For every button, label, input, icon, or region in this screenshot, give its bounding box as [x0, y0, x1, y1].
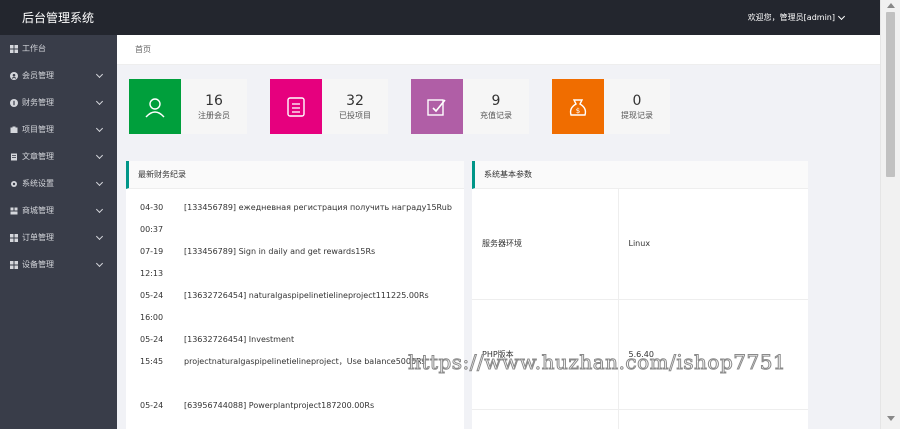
stat-label: 充值记录 [480, 110, 512, 120]
scroll-thumb[interactable] [886, 12, 895, 177]
shop-icon [10, 207, 18, 215]
sidebar-item[interactable]: 订单管理 [0, 224, 117, 251]
chevron-down-icon [837, 12, 846, 20]
chevron-down-icon [95, 70, 104, 79]
top-header: 后台管理系统 欢迎您，管理员[admin] [0, 0, 880, 35]
stat-value: 0 [632, 92, 642, 109]
sidebar-item-label: 工作台 [22, 44, 46, 53]
record-time: 05-24 [140, 401, 164, 410]
sidebar-item-label: 订单管理 [22, 233, 54, 242]
device-icon [10, 260, 18, 269]
sidebar-item[interactable]: 财务管理 [0, 89, 117, 116]
stat-card[interactable]: 9 充值记录 [411, 79, 529, 134]
stat-value: 9 [491, 92, 501, 109]
stat-label: 注册会员 [198, 110, 230, 120]
chevron-down-icon [95, 232, 104, 241]
record-desc: [133456789] Sign in daily and get reward… [184, 247, 376, 256]
gear-icon [10, 180, 18, 188]
sidebar-item[interactable]: 文章管理 [0, 143, 117, 170]
order-icon [10, 233, 18, 242]
stat-label: 提现记录 [621, 110, 653, 120]
param-key [472, 409, 619, 429]
watermark-text: https://www.huzhan.com/ishop7751 [407, 350, 787, 375]
sidebar: 工作台会员管理财务管理项目管理文章管理系统设置商城管理订单管理设备管理 [0, 35, 117, 429]
chevron-down-icon [95, 178, 104, 187]
table-row [472, 409, 808, 429]
panel-title: 最新财务纪录 [126, 161, 464, 189]
list-item: 05-24 [63956744088] Powerplantproject1872… [126, 395, 464, 429]
stat-card[interactable]: 32 已投项目 [270, 79, 388, 134]
chevron-down-icon [95, 97, 104, 106]
finance-records-panel: 最新财务纪录 04-30 00:37 [133456789] ежедневная… [126, 161, 464, 429]
system-params-panel: 系统基本参数 服务器环境 Linux PHP版本 5.6.40 [472, 161, 808, 429]
record-desc: [133456789] ежедневная регистрация получ… [184, 203, 452, 212]
app-title: 后台管理系统 [22, 11, 95, 25]
params-table: 服务器环境 Linux PHP版本 5.6.40 [472, 189, 808, 429]
stats-row: 16 注册会员 32 已投项目 9 充值记录 $0 提现记录 [129, 79, 693, 134]
stat-label: 已投项目 [339, 110, 371, 120]
record-desc: [13632726454] naturalgaspipelinetielinep… [184, 291, 429, 300]
record-time: 04-30 00:37 [140, 203, 164, 234]
record-time: 05-24 16:00 [140, 291, 164, 322]
project-icon [10, 126, 18, 134]
user-icon [129, 79, 181, 134]
list-item: 05-24 16:00 [13632726454] naturalgaspipel… [126, 285, 464, 329]
table-row: 服务器环境 Linux [472, 189, 808, 300]
stat-value: 32 [346, 92, 364, 109]
sidebar-item[interactable]: 项目管理 [0, 116, 117, 143]
scrollbar[interactable] [880, 0, 900, 429]
list-item: 04-30 00:37 [133456789] ежедневная регист… [126, 197, 464, 241]
user-menu-label: 欢迎您，管理员[admin] [747, 13, 835, 22]
sidebar-item[interactable]: 系统设置 [0, 170, 117, 197]
sidebar-item-label: 系统设置 [22, 179, 54, 188]
sidebar-item-label: 项目管理 [22, 125, 54, 134]
breadcrumb: 首页 [117, 35, 880, 65]
sidebar-item-label: 会员管理 [22, 71, 54, 80]
finance-icon [10, 98, 18, 107]
param-value [618, 409, 808, 429]
record-time: 05-24 15:45 [140, 335, 164, 366]
sidebar-item-label: 商城管理 [22, 206, 54, 215]
document-icon [270, 79, 322, 134]
param-key: 服务器环境 [472, 189, 619, 300]
sidebar-item[interactable]: 工作台 [0, 35, 117, 62]
sidebar-item[interactable]: 设备管理 [0, 251, 117, 278]
article-icon [10, 153, 18, 161]
edit-icon [411, 79, 463, 134]
sidebar-item-label: 财务管理 [22, 98, 54, 107]
sidebar-item-label: 设备管理 [22, 260, 54, 269]
dashboard-icon [10, 44, 18, 53]
chevron-down-icon [95, 259, 104, 268]
svg-text:$: $ [576, 107, 580, 115]
record-time: 07-19 12:13 [140, 247, 164, 278]
sidebar-item-label: 文章管理 [22, 152, 54, 161]
money-bag-icon: $ [552, 79, 604, 134]
user-menu[interactable]: 欢迎您，管理员[admin] [747, 12, 846, 23]
scroll-up-icon[interactable] [887, 3, 895, 8]
stat-card[interactable]: 16 注册会员 [129, 79, 247, 134]
list-item: 07-19 12:13 [133456789] Sign in daily and… [126, 241, 464, 285]
sidebar-item[interactable]: 商城管理 [0, 197, 117, 224]
panel-title: 系统基本参数 [472, 161, 808, 189]
sidebar-item[interactable]: 会员管理 [0, 62, 117, 89]
scroll-down-icon[interactable] [887, 416, 895, 421]
stat-value: 16 [205, 92, 223, 109]
chevron-down-icon [95, 124, 104, 133]
stat-card[interactable]: $0 提现记录 [552, 79, 670, 134]
chevron-down-icon [95, 205, 104, 214]
user-icon [10, 71, 18, 80]
param-value: Linux [618, 189, 808, 300]
breadcrumb-home[interactable]: 首页 [135, 44, 151, 55]
chevron-down-icon [95, 151, 104, 160]
record-desc: [63956744088] Powerplantproject187200.00… [184, 401, 375, 410]
